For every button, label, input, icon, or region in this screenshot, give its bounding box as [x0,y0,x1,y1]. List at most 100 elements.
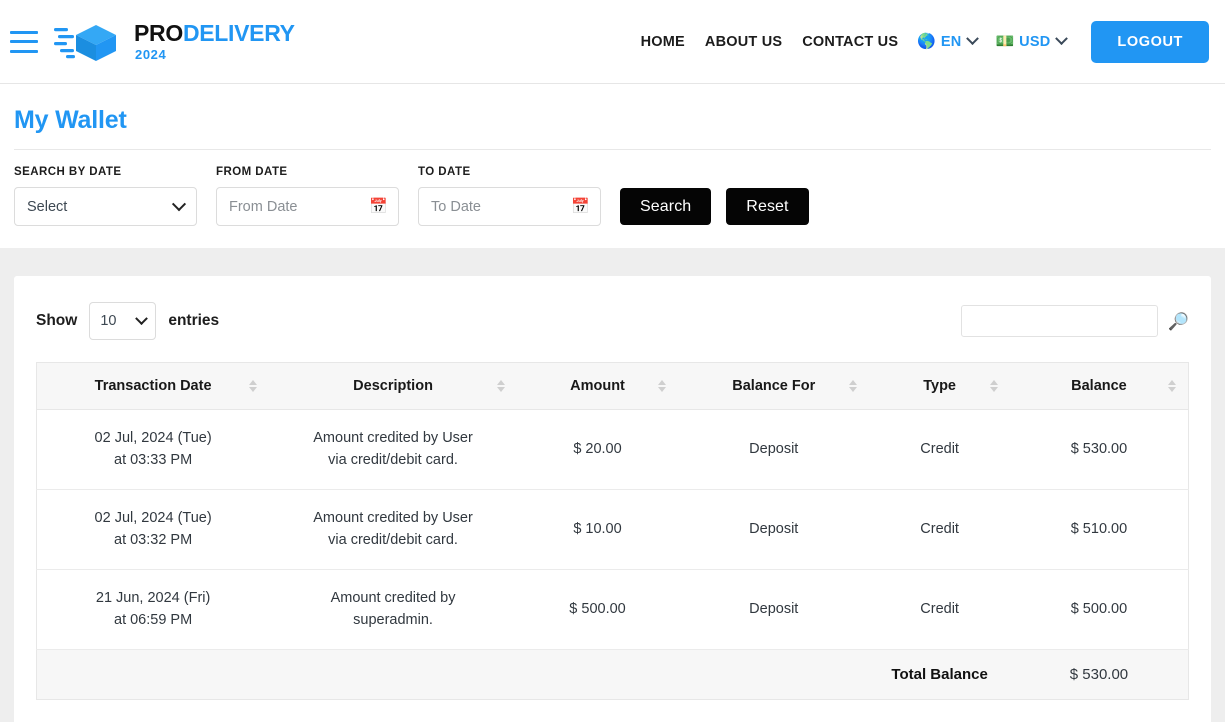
column-header-type[interactable]: Type [869,362,1010,410]
reset-button[interactable]: Reset [726,188,809,225]
column-label: Balance For [732,378,816,394]
to-date-field: TO DATE 📅 [418,166,601,226]
total-balance-label: Total Balance [869,649,1010,700]
table-row: 02 Jul, 2024 (Tue) at 03:33 PM Amount cr… [36,409,1189,490]
cell-balance: $ 500.00 [1009,569,1189,650]
date-line: 02 Jul, 2024 (Tue) [94,430,212,446]
table-header-row: Transaction Date Description Amount Bala… [36,362,1189,410]
search-button[interactable]: Search [620,188,712,225]
nav-link-about-us[interactable]: ABOUT US [695,34,792,50]
brand-delivery: DELIVERY [182,20,295,46]
hamburger-bar [10,40,38,43]
total-balance-value: $ 530.00 [1009,649,1189,700]
time-line: at 03:33 PM [114,452,193,469]
footer-spacer [269,649,517,700]
time-line: at 06:59 PM [114,612,193,629]
footer-spacer [516,649,679,700]
page-title: My Wallet [14,106,127,134]
cell-description: Amount credited by superadmin. [269,569,517,650]
brand-wordmark: PRODELIVERY 2024 [134,20,295,62]
description-line: Amount credited by User [313,509,473,526]
chevron-down-icon [966,32,980,46]
time-line: at 03:32 PM [114,532,193,549]
table-row: 21 Jun, 2024 (Fri) at 06:59 PM Amount cr… [36,569,1189,650]
column-label: Amount [570,378,625,394]
cell-amount: $ 10.00 [516,489,679,570]
page-length-select[interactable]: 10 [89,302,157,340]
to-date-input[interactable] [431,198,571,215]
from-date-input[interactable] [229,198,369,215]
brand-year: 2024 [135,47,167,62]
cell-description: Amount credited by User via credit/debit… [269,409,517,490]
page-length-value: 10 [100,313,117,329]
logout-button[interactable]: LOGOUT [1091,20,1209,63]
filter-actions: Search Reset [620,188,809,226]
currency-label: USD [1019,33,1051,50]
cell-transaction-date: 21 Jun, 2024 (Fri) at 06:59 PM [36,569,270,650]
column-header-balance[interactable]: Balance [1009,362,1189,410]
entries-label: entries [168,312,220,329]
wallet-card: Show 10 entries 🔍 Transaction Date Descr… [14,276,1211,722]
sort-arrows-icon[interactable] [1168,380,1176,392]
total-balance-row: Total Balance $ 530.00 [36,649,1189,700]
page-title-section: My Wallet [0,84,1225,149]
calendar-icon[interactable]: 📅 [571,199,590,214]
sort-arrows-icon[interactable] [989,380,998,392]
hamburger-bar [10,30,38,34]
delivery-box-icon [54,24,116,61]
footer-spacer [36,649,270,700]
table-body: 02 Jul, 2024 (Tue) at 03:33 PM Amount cr… [36,409,1189,650]
from-date-label: FROM DATE [216,166,288,178]
column-label: Description [353,378,433,394]
brand-logo[interactable]: PRODELIVERY 2024 [54,21,295,63]
column-header-amount[interactable]: Amount [516,362,679,410]
search-icon[interactable]: 🔍 [1168,312,1189,331]
chevron-down-icon [135,311,149,325]
column-header-description[interactable]: Description [269,362,517,410]
search-by-date-value: Select [27,198,68,215]
filter-bar: SEARCH BY DATE Select FROM DATE 📅 TO DAT… [0,150,1225,248]
column-label: Balance [1071,378,1127,394]
chevron-down-icon [1055,32,1069,46]
language-selector[interactable]: 🌎 EN [908,32,986,50]
from-date-box[interactable]: 📅 [216,187,399,226]
column-label: Transaction Date [94,378,212,394]
search-by-date-label: SEARCH BY DATE [14,166,122,178]
sort-arrows-icon[interactable] [249,380,258,392]
description-line: Amount credited by User [313,430,473,446]
sort-arrows-icon[interactable] [658,380,667,392]
cell-amount: $ 500.00 [516,569,679,650]
description-line: via credit/debit card. [328,532,458,549]
to-date-label: TO DATE [418,166,471,178]
nav-link-contact-us[interactable]: CONTACT US [792,34,908,50]
date-line: 02 Jul, 2024 (Tue) [94,509,212,526]
table-search-control: 🔍 [960,305,1189,337]
table-row: 02 Jul, 2024 (Tue) at 03:32 PM Amount cr… [36,489,1189,570]
hamburger-icon[interactable] [10,30,40,53]
cell-type: Credit [869,489,1010,570]
cell-balance: $ 510.00 [1009,489,1189,570]
globe-icon: 🌎 [917,33,936,50]
to-date-box[interactable]: 📅 [418,187,601,226]
calendar-icon[interactable]: 📅 [369,199,388,214]
table-search-input[interactable] [960,305,1158,337]
from-date-field: FROM DATE 📅 [216,166,399,226]
chevron-down-icon [171,196,187,211]
column-header-transaction-date[interactable]: Transaction Date [36,362,270,410]
sort-arrows-icon[interactable] [849,380,858,392]
sort-arrows-icon[interactable] [496,380,505,392]
column-label: Type [923,378,957,394]
cell-balance-for: Deposit [678,489,870,570]
nav-link-home[interactable]: HOME [631,34,695,50]
cell-type: Credit [869,569,1010,650]
cell-balance-for: Deposit [678,569,870,650]
search-by-date-field: SEARCH BY DATE Select [14,166,197,226]
table-head: Transaction Date Description Amount Bala… [36,362,1189,410]
main-navigation: HOME ABOUT US CONTACT US 🌎 EN 💵 USD LOGO… [631,20,1209,63]
description-line: via credit/debit card. [328,452,458,469]
search-by-date-select[interactable]: Select [14,187,197,226]
show-label: Show [36,312,78,329]
column-header-balance-for[interactable]: Balance For [678,362,870,410]
footer-spacer [678,649,870,700]
currency-selector[interactable]: 💵 USD [986,32,1075,50]
